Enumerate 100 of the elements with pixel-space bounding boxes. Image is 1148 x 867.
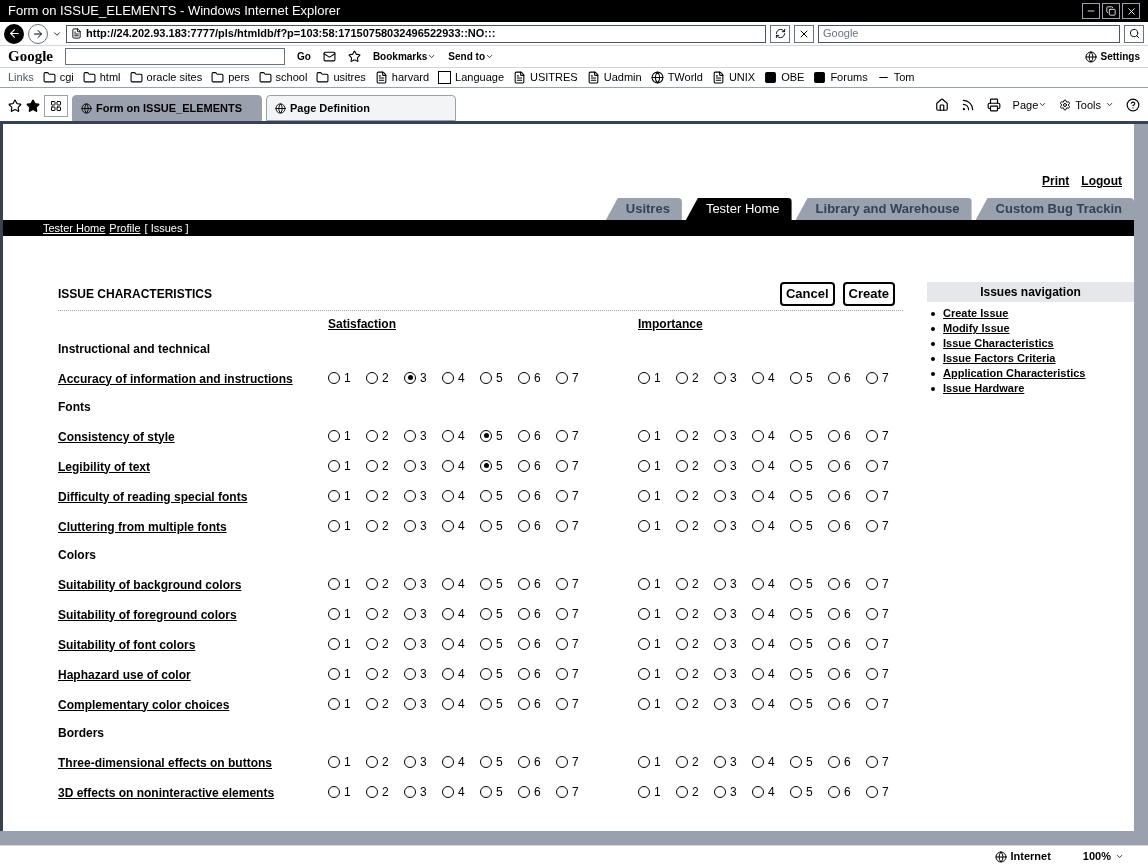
home-icon[interactable]	[934, 97, 949, 112]
criterion-link[interactable]: Accuracy of information and instructions	[58, 371, 293, 386]
navigation-link[interactable]: Create Issue	[943, 305, 1009, 322]
link-item[interactable]: harvard	[374, 69, 430, 86]
feed-icon[interactable]	[960, 97, 975, 112]
radio-label: 5	[496, 753, 504, 771]
tools-menu[interactable]: Tools	[1059, 96, 1114, 113]
radio-label: 6	[534, 427, 542, 445]
radio-label: 7	[572, 427, 580, 445]
send-to-button[interactable]: Send to	[448, 49, 495, 64]
radio-label: 7	[882, 665, 890, 683]
criterion-link[interactable]: Three-dimensional effects on buttons	[58, 755, 273, 770]
radio-label: 3	[420, 783, 428, 801]
navigation-link[interactable]: Issue Factors Criteria	[943, 350, 1056, 367]
radio-label: 3	[730, 369, 738, 387]
nav-tab[interactable]: Custom Bug Trackin	[975, 198, 1134, 220]
column-header[interactable]: Importance	[638, 316, 703, 331]
nav-tab[interactable]: Library and Warehouse	[795, 198, 972, 220]
restore-icon	[1106, 6, 1116, 16]
add-favorite-icon[interactable]	[26, 99, 40, 113]
criterion-link[interactable]: Difficulty of reading special fonts	[58, 489, 248, 504]
star-icon[interactable]	[347, 50, 361, 63]
radio-label: 7	[882, 783, 890, 801]
zoom-button[interactable]: 100%	[1082, 848, 1124, 865]
criterion-link[interactable]: Consistency of style	[58, 429, 175, 444]
link-item[interactable]: school	[258, 69, 308, 86]
link-item[interactable]: Forums	[813, 69, 868, 86]
breadcrumb-link[interactable]: Tester Home	[43, 219, 106, 237]
link-item[interactable]: html	[82, 69, 121, 86]
navigation-link[interactable]: Application Characteristics	[943, 365, 1086, 382]
navigation-link[interactable]: Issue Hardware	[943, 380, 1025, 397]
radio-label: 6	[844, 695, 852, 713]
criterion-link[interactable]: Legibility of text	[58, 459, 150, 474]
minimize-button[interactable]	[1082, 3, 1100, 19]
column-header[interactable]: Satisfaction	[328, 316, 396, 331]
criterion-link[interactable]: Suitability of foreground colors	[58, 607, 237, 622]
radio-label: 1	[654, 753, 662, 771]
nav-tab[interactable]: Tester Home	[685, 198, 792, 220]
radio-label: 6	[844, 427, 852, 445]
go-button[interactable]: Go	[297, 49, 311, 64]
radio-label: 6	[534, 753, 542, 771]
criterion-link[interactable]: Complementary color choices	[58, 697, 230, 712]
link-item[interactable]: cgi	[42, 69, 74, 86]
radio-label: 6	[534, 517, 542, 535]
link-item[interactable]: OBE	[764, 69, 805, 86]
criterion-link[interactable]: Haphazard use of color	[58, 667, 191, 682]
search-button[interactable]	[1124, 24, 1144, 43]
radio-label: 5	[496, 487, 504, 505]
print-icon[interactable]	[986, 97, 1001, 112]
radio-label: 6	[844, 369, 852, 387]
page-menu[interactable]: Page	[1012, 96, 1048, 113]
link-item[interactable]: pers	[211, 69, 250, 86]
form-button[interactable]: Create	[842, 282, 895, 306]
link-item[interactable]: TWorld	[650, 69, 703, 86]
breadcrumb-link[interactable]: Profile	[109, 219, 141, 237]
close-button[interactable]	[1122, 3, 1140, 19]
radio-label: 6	[534, 695, 542, 713]
link-item[interactable]: Language	[438, 69, 505, 86]
mail-icon[interactable]	[322, 50, 336, 63]
link-item[interactable]: usitres	[316, 69, 366, 86]
restore-button[interactable]	[1102, 3, 1120, 19]
search-field[interactable]: Google	[818, 24, 1120, 43]
criterion-link[interactable]: Cluttering from multiple fonts	[58, 519, 227, 534]
link-item[interactable]: Tom	[876, 69, 915, 86]
criterion-link[interactable]: Suitability of font colors	[58, 637, 196, 652]
criterion-link[interactable]: 3D effects on noninteractive elements	[58, 785, 275, 800]
google-search-field[interactable]	[65, 48, 285, 65]
radio-label: 3	[420, 605, 428, 623]
radio-label: 2	[692, 457, 700, 475]
radio-label: 7	[882, 427, 890, 445]
back-button[interactable]	[4, 23, 24, 44]
help-icon[interactable]	[1126, 97, 1140, 112]
navigation-link[interactable]: Modify Issue	[943, 320, 1010, 337]
navigation-link[interactable]: Issue Characteristics	[943, 335, 1054, 352]
radio-label: 2	[382, 635, 390, 653]
header-link[interactable]: Logout	[1081, 172, 1122, 190]
link-item[interactable]: USITRES	[513, 69, 578, 86]
favorites-icon[interactable]	[8, 99, 22, 113]
nav-tab[interactable]: Usitres	[605, 198, 682, 220]
link-item[interactable]: oracle sites	[129, 69, 203, 86]
radio-label: 6	[844, 783, 852, 801]
settings-button[interactable]: Settings	[1084, 49, 1140, 64]
bookmarks-button[interactable]: Bookmarks	[372, 49, 437, 64]
radio-label: 2	[382, 457, 390, 475]
browser-tab[interactable]: Page Definition	[266, 95, 456, 121]
refresh-button[interactable]	[770, 24, 790, 43]
header-link[interactable]: Print	[1042, 172, 1070, 190]
radio-label: 3	[730, 517, 738, 535]
link-item[interactable]: Uadmin	[586, 69, 642, 86]
stop-button[interactable]	[794, 24, 814, 43]
browser-tab[interactable]: Form on ISSUE_ELEMENTS	[72, 95, 262, 121]
quick-tabs-button[interactable]	[44, 95, 68, 117]
address-field[interactable]: http://24.202.93.183:7777/pls/htmldb/f?p=103:58:17150758032496522933::NO:::	[66, 24, 766, 43]
form-button[interactable]: Cancel	[779, 282, 835, 306]
link-item[interactable]: UNIX	[711, 69, 756, 86]
radio-label: 4	[458, 695, 466, 713]
radio-label: 3	[420, 369, 428, 387]
google-logo: Google	[8, 47, 53, 67]
radio-label: 1	[654, 369, 662, 387]
criterion-link[interactable]: Suitability of background colors	[58, 577, 242, 592]
